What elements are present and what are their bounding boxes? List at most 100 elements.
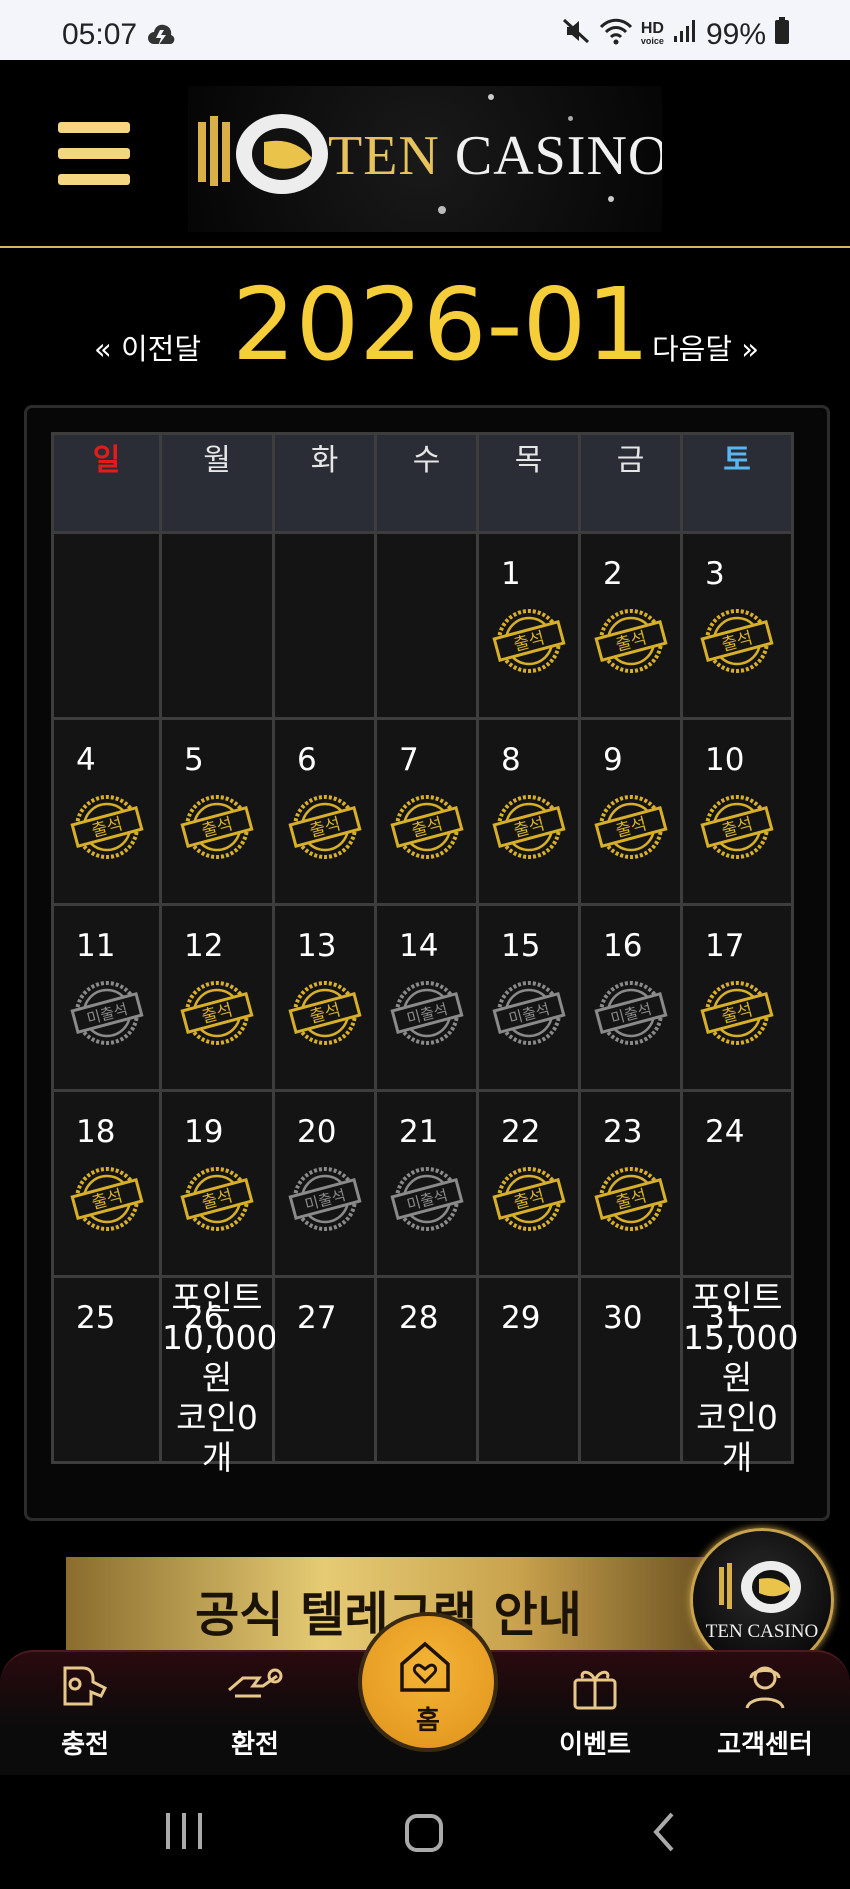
hamburger-menu-button[interactable] — [58, 122, 130, 186]
calendar-day-19[interactable]: 19 출석 — [159, 1089, 275, 1278]
status-bar: 05:07 HD voice 99% — [0, 0, 850, 60]
hd-voice-icon: HD voice — [640, 20, 664, 47]
calendar-day-10[interactable]: 10 출석 — [680, 717, 794, 906]
calendar-day-26[interactable]: 26 포인트 10,000 원 코인0 개 — [159, 1275, 278, 1477]
day-number: 5 — [184, 742, 204, 778]
calendar-day-9[interactable]: 9 출석 — [578, 717, 683, 906]
attendance-calendar: 일 월 화 수 목 금 토 1 출석 2 출석 3 출석 4 출석 5 출석 6 출석 7 출석 8 출석 9 출… — [24, 405, 830, 1521]
attended-stamp-icon: 출석 — [180, 1167, 254, 1231]
missed-stamp: 미출석 — [68, 978, 146, 1052]
calendar-day-16[interactable]: 16 미출석 — [578, 903, 683, 1092]
day-number: 10 — [705, 742, 745, 778]
system-navigation-bar — [0, 1775, 850, 1889]
prev-month-link[interactable]: « 이전달 — [94, 326, 201, 368]
calendar-day-14[interactable]: 14 미출석 — [374, 903, 479, 1092]
missed-stamp: 미출석 — [490, 978, 568, 1052]
day-number: 17 — [705, 928, 745, 964]
missed-stamp-icon: 미출석 — [69, 981, 144, 1045]
attended-stamp: 출석 — [286, 792, 364, 866]
day-number: 21 — [399, 1114, 439, 1150]
calendar-day-1[interactable]: 1 출석 — [476, 531, 581, 720]
month-navigation: « 이전달 2026-01 다음달 » — [0, 250, 850, 383]
day-number: 22 — [501, 1114, 541, 1150]
weekday-thu: 목 — [476, 432, 581, 534]
calendar-day-25[interactable]: 25 — [51, 1275, 162, 1464]
calendar-day-17[interactable]: 17 출석 — [680, 903, 794, 1092]
day-number: 25 — [76, 1300, 116, 1336]
calendar-day-6[interactable]: 6 출석 — [272, 717, 377, 906]
calendar-day-12[interactable]: 12 출석 — [159, 903, 275, 1092]
reward-line: 개 — [201, 1438, 233, 1477]
calendar-day-24[interactable]: 24 — [680, 1089, 794, 1278]
missed-stamp-icon: 미출석 — [491, 981, 566, 1045]
missed-stamp-icon: 미출석 — [389, 1167, 464, 1231]
back-icon[interactable] — [650, 1811, 678, 1857]
attended-stamp: 출석 — [68, 1164, 146, 1238]
month-title: 2026-01 — [232, 266, 650, 383]
next-month-link[interactable]: 다음달 » — [652, 326, 759, 368]
nav-support[interactable]: 고객센터 — [700, 1660, 830, 1761]
day-number: 30 — [603, 1300, 643, 1336]
calendar-week-row: 1 출석 2 출석 3 출석 — [51, 531, 794, 720]
day-number: 6 — [297, 742, 317, 778]
home-system-icon[interactable] — [404, 1813, 444, 1857]
day-number: 27 — [297, 1300, 337, 1336]
calendar-day-27[interactable]: 27 — [272, 1275, 377, 1464]
calendar-day-13[interactable]: 13 출석 — [272, 903, 377, 1092]
missed-stamp: 미출석 — [388, 1164, 466, 1238]
calendar-day-15[interactable]: 15 미출석 — [476, 903, 581, 1092]
attended-stamp: 출석 — [178, 978, 256, 1052]
hd-label: HD — [640, 20, 664, 37]
calendar-day-28[interactable]: 28 — [374, 1275, 479, 1464]
reward-line: 10,000 — [162, 1318, 278, 1357]
missed-stamp-icon: 미출석 — [593, 981, 668, 1045]
support-agent-icon — [745, 1666, 785, 1709]
weekday-header-row: 일 월 화 수 목 금 토 — [51, 432, 794, 534]
reward-info: 포인트 15,000 원 코인0 개 — [683, 1278, 798, 1478]
calendar-day-30[interactable]: 30 — [578, 1275, 683, 1464]
reward-line: 포인트 — [691, 1278, 783, 1317]
home-heart-icon — [400, 1641, 450, 1692]
calendar-day-8[interactable]: 8 출석 — [476, 717, 581, 906]
calendar-day-18[interactable]: 18 출석 — [51, 1089, 162, 1278]
attended-stamp: 출석 — [490, 792, 568, 866]
calendar-day-23[interactable]: 23 출석 — [578, 1089, 683, 1278]
day-number: 7 — [399, 742, 419, 778]
missed-stamp-icon: 미출석 — [287, 1167, 362, 1231]
calendar-day-11[interactable]: 11 미출석 — [51, 903, 162, 1092]
calendar-day-7[interactable]: 7 출석 — [374, 717, 479, 906]
attended-stamp: 출석 — [388, 792, 466, 866]
calendar-empty-cell — [374, 531, 479, 720]
attended-stamp: 출석 — [698, 792, 776, 866]
reward-line: 포인트 — [171, 1278, 263, 1317]
calendar-day-21[interactable]: 21 미출석 — [374, 1089, 479, 1278]
calendar-day-20[interactable]: 20 미출석 — [272, 1089, 377, 1278]
wifi-icon — [599, 16, 633, 54]
calendar-day-2[interactable]: 2 출석 — [578, 531, 683, 720]
nav-deposit[interactable]: 충전 — [20, 1660, 150, 1761]
logo-mark-icon — [198, 114, 328, 194]
calendar-day-3[interactable]: 3 출석 — [680, 531, 794, 720]
attended-stamp: 출석 — [490, 1164, 568, 1238]
nav-home-button[interactable]: 홈 — [358, 1612, 498, 1752]
calendar-day-4[interactable]: 4 출석 — [51, 717, 162, 906]
nav-event[interactable]: 이벤트 — [530, 1660, 660, 1761]
attended-stamp: 출석 — [592, 606, 670, 680]
calendar-day-31[interactable]: 31 포인트 15,000 원 코인0 개 — [680, 1275, 798, 1477]
logo-text-casino: CASINO — [454, 125, 662, 187]
attended-stamp-icon: 출석 — [287, 795, 362, 859]
calendar-day-5[interactable]: 5 출석 — [159, 717, 275, 906]
attended-stamp-icon: 출석 — [69, 1167, 144, 1231]
calendar-day-29[interactable]: 29 — [476, 1275, 581, 1464]
attended-stamp: 출석 — [490, 606, 568, 680]
nav-withdraw[interactable]: 환전 — [190, 1660, 320, 1761]
weekday-tue: 화 — [272, 432, 377, 534]
calendar-day-22[interactable]: 22 출석 — [476, 1089, 581, 1278]
ten-casino-logo[interactable]: TEN CASINO — [188, 86, 662, 232]
weekday-fri: 금 — [578, 432, 683, 534]
recent-apps-icon[interactable] — [164, 1813, 204, 1853]
calendar-week-row: 25 26 포인트 10,000 원 코인0 개 27 28 29 30 31 포인트 15,000 원 코인… — [51, 1275, 798, 1477]
attended-stamp-icon: 출석 — [700, 981, 774, 1045]
day-number: 20 — [297, 1114, 337, 1150]
calendar-week-row: 18 출석 19 출석 20 미출석 21 미출석 22 출석 23 출석 24 — [51, 1089, 794, 1278]
